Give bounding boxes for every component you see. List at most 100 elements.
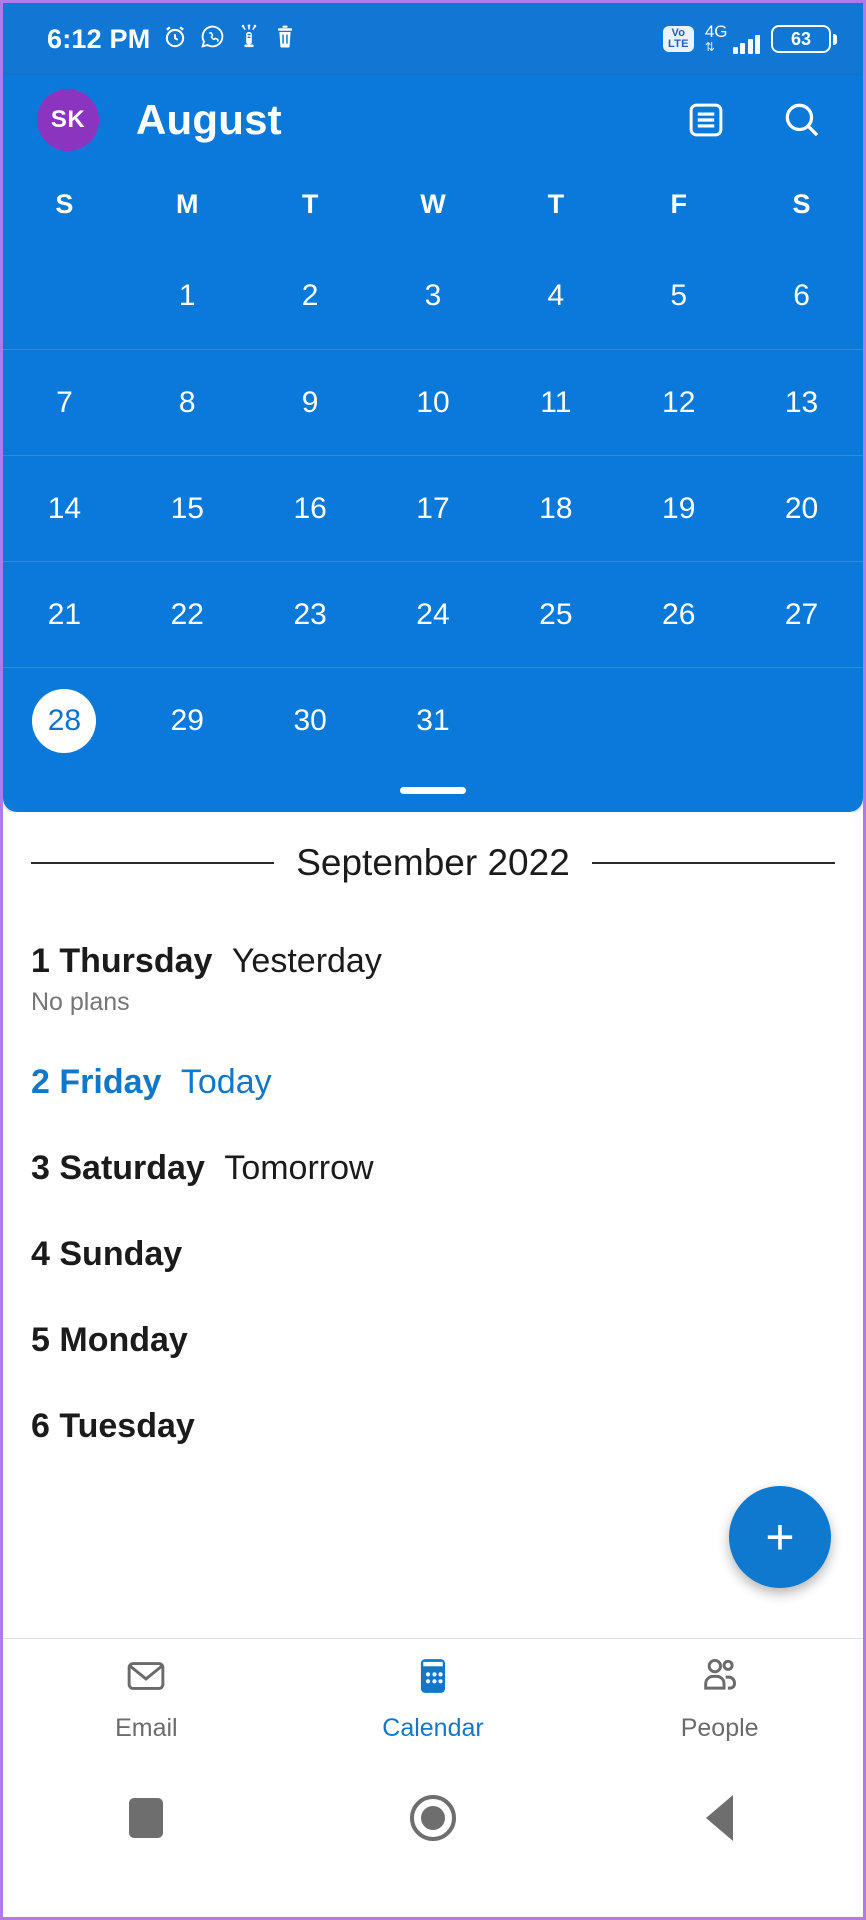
calendar-day-cell[interactable]: 21 bbox=[3, 583, 126, 647]
calendar-day-cell[interactable]: 7 bbox=[3, 371, 126, 435]
nav-label-people: People bbox=[680, 1714, 759, 1742]
agenda-day-number: 4 bbox=[31, 1235, 50, 1273]
day-number: 31 bbox=[416, 703, 450, 737]
calendar-day-cell[interactable] bbox=[740, 689, 863, 753]
calendar-day-cell[interactable]: 26 bbox=[617, 583, 740, 647]
calendar-day-cell[interactable]: 1 bbox=[126, 264, 249, 328]
battery-body: 63 bbox=[771, 25, 831, 53]
agenda-day-number: 2 bbox=[31, 1063, 50, 1101]
day-number: 5 bbox=[670, 279, 688, 312]
calendar-day-cell[interactable] bbox=[617, 689, 740, 753]
calendar-day-cell[interactable]: 4 bbox=[494, 264, 617, 328]
calendar-day-cell[interactable]: 31 bbox=[372, 689, 495, 753]
people-icon bbox=[698, 1654, 742, 1703]
agenda-day-weekday: Tuesday bbox=[59, 1407, 195, 1445]
day-number: 27 bbox=[784, 597, 819, 631]
back-triangle-icon[interactable] bbox=[706, 1795, 734, 1841]
calendar-day-cell[interactable]: 23 bbox=[249, 583, 372, 647]
search-icon[interactable] bbox=[779, 97, 825, 143]
calendar-day-cell[interactable]: 9 bbox=[249, 371, 372, 435]
trash-icon bbox=[273, 24, 297, 55]
calendar-day-cell[interactable]: 25 bbox=[494, 583, 617, 647]
agenda-day-title: 1 Thursday Yesterday bbox=[31, 940, 835, 982]
day-number bbox=[647, 689, 711, 753]
agenda-day-title: 5 Monday bbox=[31, 1319, 835, 1361]
nav-item-people[interactable]: People bbox=[576, 1654, 863, 1743]
nav-item-email[interactable]: Email bbox=[3, 1654, 290, 1743]
day-number: 8 bbox=[178, 385, 196, 419]
calendar-week-row: 7 8 9 10 11 12 13 bbox=[3, 349, 863, 455]
agenda-day-row[interactable]: 5 Monday bbox=[3, 1319, 863, 1361]
agenda-day-title: 2 Friday Today bbox=[31, 1061, 835, 1103]
calendar-day-cell[interactable] bbox=[3, 264, 126, 328]
calendar-day-cell[interactable]: 30 bbox=[249, 689, 372, 753]
separator-line-right bbox=[591, 862, 835, 864]
envelope-icon bbox=[124, 1654, 168, 1703]
agenda-month-separator: September 2022 bbox=[3, 842, 863, 884]
avatar[interactable]: SK bbox=[37, 89, 99, 151]
calendar-day-cell[interactable]: 12 bbox=[617, 371, 740, 435]
weekday-header: T bbox=[547, 188, 565, 219]
calendar-day-cell[interactable]: 27 bbox=[740, 583, 863, 647]
status-bar: 6:12 PM Vo LTE 4G ⇅ 63 bbox=[3, 3, 863, 75]
alarm-clock-icon bbox=[162, 24, 188, 55]
calendar-day-cell[interactable]: 3 bbox=[372, 264, 495, 328]
calendar-day-cell[interactable] bbox=[494, 689, 617, 753]
status-time: 6:12 PM bbox=[47, 23, 151, 54]
home-circle-icon[interactable] bbox=[409, 1795, 456, 1841]
recents-square-icon[interactable] bbox=[129, 1798, 164, 1838]
network-type-wrap: 4G ⇅ bbox=[704, 22, 728, 54]
day-number: 22 bbox=[170, 597, 204, 631]
page-title[interactable]: August bbox=[136, 96, 282, 144]
day-number-selected: 28 bbox=[32, 688, 97, 753]
agenda-day-number: 6 bbox=[31, 1407, 50, 1445]
agenda-day-number: 3 bbox=[31, 1149, 50, 1187]
agenda-day-row[interactable]: 4 Sunday bbox=[3, 1233, 863, 1275]
day-number: 23 bbox=[293, 597, 327, 631]
nav-item-calendar[interactable]: Calendar bbox=[290, 1654, 577, 1743]
network-indicator: 4G ⇅ bbox=[704, 22, 760, 54]
calendar-day-cell[interactable]: 16 bbox=[249, 477, 372, 541]
calendar-day-cell[interactable]: 19 bbox=[617, 477, 740, 541]
calendar-day-cell[interactable]: 17 bbox=[372, 477, 495, 541]
add-event-fab[interactable]: + bbox=[729, 1486, 831, 1588]
calendar-day-cell[interactable]: 15 bbox=[126, 477, 249, 541]
calendar-day-cell[interactable]: 13 bbox=[740, 371, 863, 435]
calendar-panel: SK August S M T W T F S 1 2 3 4 5 6 7 8 … bbox=[3, 75, 863, 812]
day-number: 11 bbox=[540, 385, 572, 419]
agenda-view-icon[interactable] bbox=[683, 97, 729, 143]
day-number: 16 bbox=[293, 491, 327, 525]
agenda-day-row[interactable]: 3 Saturday Tomorrow bbox=[3, 1147, 863, 1189]
calendar-icon bbox=[411, 1654, 455, 1703]
agenda-day-row[interactable]: 1 Thursday Yesterday No plans bbox=[3, 940, 863, 1017]
agenda-day-weekday: Sunday bbox=[59, 1235, 183, 1273]
calendar-day-cell[interactable]: 6 bbox=[740, 264, 863, 328]
calendar-day-cell[interactable]: 20 bbox=[740, 477, 863, 541]
day-number: 25 bbox=[539, 597, 573, 631]
agenda-day-row-today[interactable]: 2 Friday Today bbox=[3, 1061, 863, 1103]
weekday-header: F bbox=[670, 188, 687, 219]
agenda-day-relative: Today bbox=[180, 1063, 272, 1101]
calendar-day-cell[interactable]: 10 bbox=[372, 371, 495, 435]
calendar-day-cell[interactable]: 8 bbox=[126, 371, 249, 435]
day-number: 20 bbox=[784, 491, 819, 525]
calendar-day-cell-selected[interactable]: 28 bbox=[3, 688, 126, 753]
day-number bbox=[524, 689, 588, 753]
calendar-day-cell[interactable]: 22 bbox=[126, 583, 249, 647]
calendar-drag-handle[interactable] bbox=[3, 773, 863, 806]
agenda-list: September 2022 1 Thursday Yesterday No p… bbox=[3, 812, 863, 1638]
calendar-day-cell[interactable]: 18 bbox=[494, 477, 617, 541]
calendar-day-cell[interactable]: 5 bbox=[617, 264, 740, 328]
agenda-day-weekday: Friday bbox=[59, 1063, 162, 1101]
agenda-day-row[interactable]: 6 Tuesday bbox=[3, 1405, 863, 1447]
agenda-day-title: 3 Saturday Tomorrow bbox=[31, 1147, 835, 1189]
day-number: 19 bbox=[662, 491, 696, 525]
calendar-day-cell[interactable]: 11 bbox=[494, 371, 617, 435]
calendar-day-cell[interactable]: 2 bbox=[249, 264, 372, 328]
calendar-day-cell[interactable]: 29 bbox=[126, 689, 249, 753]
network-type-label: 4G bbox=[704, 22, 728, 41]
day-number: 7 bbox=[56, 385, 73, 419]
calendar-day-cell[interactable]: 24 bbox=[372, 583, 495, 647]
calendar-day-cell[interactable]: 14 bbox=[3, 477, 126, 541]
signal-bars-icon bbox=[732, 34, 760, 54]
